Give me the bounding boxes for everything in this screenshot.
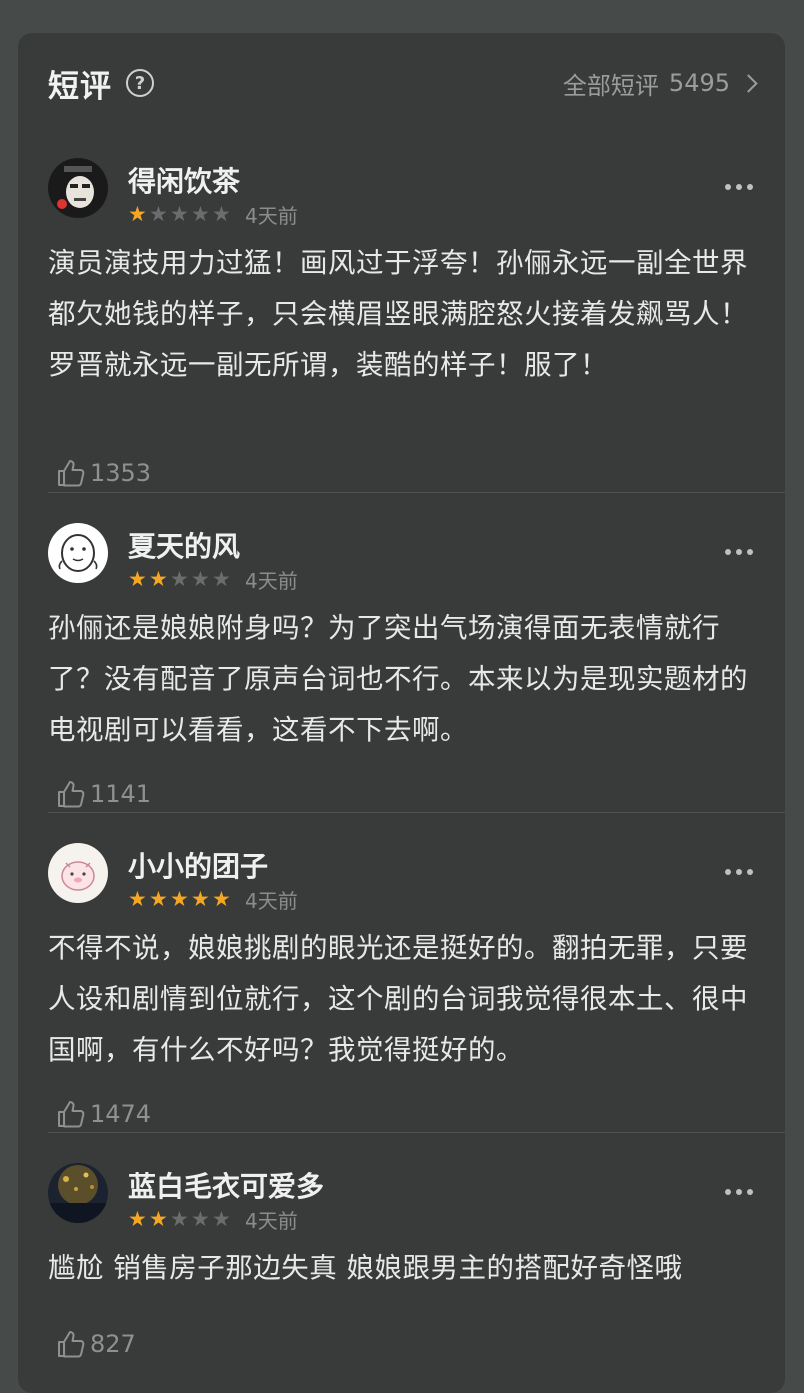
reviewer-name[interactable]: 蓝白毛衣可爱多 [128, 1165, 324, 1205]
star-empty-icon: ★ [212, 567, 231, 591]
review-time: 4天前 [245, 1209, 298, 1233]
thumbs-up-icon [58, 460, 85, 487]
star-filled-icon: ★ [191, 887, 210, 911]
review-time: 4天前 [245, 889, 298, 913]
review-time: 4天前 [245, 204, 298, 228]
star-filled-icon: ★ [128, 1207, 147, 1231]
star-filled-icon: ★ [212, 887, 231, 911]
review-meta: ★ ★ ★ ★ ★ 4天前 [128, 565, 298, 594]
divider [48, 812, 785, 813]
more-options-icon[interactable] [725, 549, 753, 555]
like-button[interactable]: 1474 [56, 1099, 151, 1129]
star-rating: ★ ★ ★ ★ ★ [128, 569, 233, 590]
reviewer-name[interactable]: 夏天的风 [128, 525, 240, 565]
star-rating: ★ ★ ★ ★ ★ [128, 889, 233, 910]
avatar[interactable] [48, 1163, 108, 1223]
more-options-icon[interactable] [725, 1189, 753, 1195]
review-time: 4天前 [245, 569, 298, 593]
star-rating: ★ ★ ★ ★ ★ [128, 204, 233, 225]
short-reviews-card: 短评 ? 全部短评 5495 得闲饮茶 ★ ★ ★ ★ ★ 4天前 演员演技用力… [18, 33, 785, 1393]
more-options-icon[interactable] [725, 869, 753, 875]
star-filled-icon: ★ [128, 567, 147, 591]
thumbs-up-icon [58, 781, 85, 808]
star-filled-icon: ★ [170, 887, 189, 911]
review-meta: ★ ★ ★ ★ ★ 4天前 [128, 1205, 298, 1234]
thumbs-up-icon [58, 1101, 85, 1128]
star-empty-icon: ★ [170, 1207, 189, 1231]
divider [48, 1132, 785, 1133]
avatar[interactable] [48, 843, 108, 903]
like-button[interactable]: 827 [56, 1329, 136, 1359]
like-count: 827 [90, 1330, 136, 1358]
star-filled-icon: ★ [128, 887, 147, 911]
star-empty-icon: ★ [149, 202, 168, 226]
reviewer-name[interactable]: 小小的团子 [128, 845, 268, 885]
star-empty-icon: ★ [170, 202, 189, 226]
reviewer-name[interactable]: 得闲饮茶 [128, 160, 240, 200]
all-reviews-label: 全部短评 [562, 71, 659, 100]
review-text: 孙俪还是娘娘附身吗？为了突出气场演得面无表情就行了？没有配音了原声台词也不行。本… [48, 612, 748, 746]
review-meta: ★ ★ ★ ★ ★ 4天前 [128, 200, 298, 229]
like-count: 1141 [90, 780, 152, 808]
like-button[interactable]: 1141 [56, 779, 151, 809]
all-reviews-link[interactable]: 全部短评 5495 [562, 66, 758, 101]
star-filled-icon: ★ [149, 1207, 168, 1231]
avatar[interactable] [48, 158, 108, 218]
review-text: 演员演技用力过猛！画风过于浮夸！孙俪永远一副全世界都欠她钱的样子，只会横眉竖眼满… [48, 247, 748, 381]
like-count: 1353 [90, 459, 152, 487]
star-empty-icon: ★ [212, 202, 231, 226]
star-empty-icon: ★ [191, 1207, 210, 1231]
like-count: 1474 [90, 1100, 152, 1128]
chevron-right-icon [739, 73, 758, 93]
question-circle-icon[interactable]: ? [126, 69, 154, 97]
more-options-icon[interactable] [725, 184, 753, 190]
review-meta: ★ ★ ★ ★ ★ 4天前 [128, 885, 298, 914]
section-title: 短评 [48, 68, 112, 105]
like-button[interactable]: 1353 [56, 458, 151, 488]
thumbs-up-icon [58, 1331, 85, 1358]
star-empty-icon: ★ [191, 567, 210, 591]
star-empty-icon: ★ [212, 1207, 231, 1231]
star-filled-icon: ★ [149, 567, 168, 591]
star-filled-icon: ★ [128, 202, 147, 226]
star-empty-icon: ★ [191, 202, 210, 226]
avatar[interactable] [48, 523, 108, 583]
star-empty-icon: ★ [170, 567, 189, 591]
divider [48, 492, 785, 493]
star-rating: ★ ★ ★ ★ ★ [128, 1209, 233, 1230]
review-text: 尴尬 销售房子那边失真 娘娘跟男主的搭配好奇怪哦 [48, 1252, 683, 1284]
review-text: 不得不说，娘娘挑剧的眼光还是挺好的。翻拍无罪，只要人设和剧情到位就行，这个剧的台… [48, 932, 748, 1066]
star-filled-icon: ★ [149, 887, 168, 911]
section-header: 短评 ? 全部短评 5495 [48, 63, 758, 105]
all-reviews-count: 5495 [668, 69, 730, 97]
